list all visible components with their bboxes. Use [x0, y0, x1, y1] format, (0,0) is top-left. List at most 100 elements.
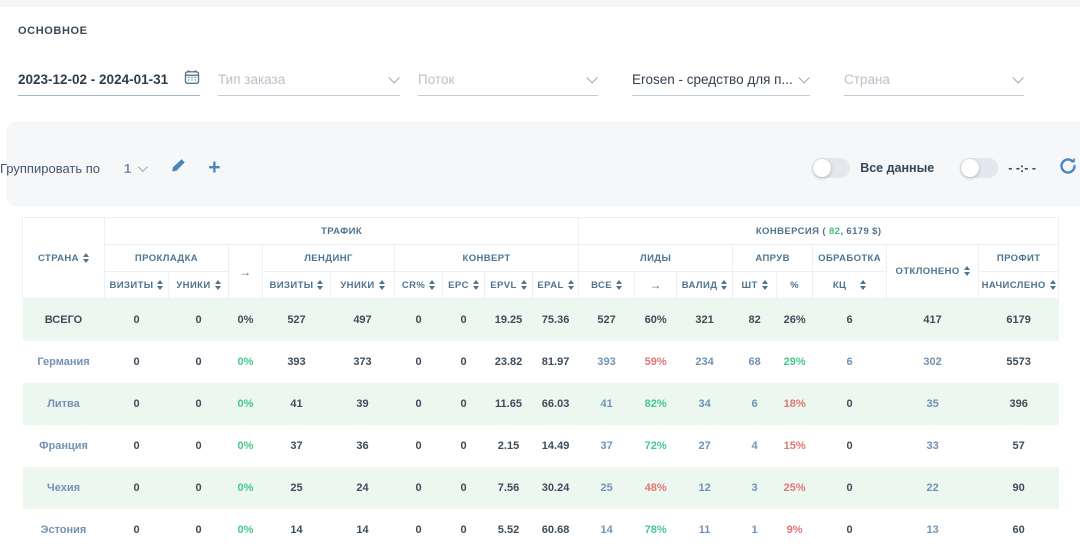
sort-icon: [83, 253, 89, 263]
col-header-uniques[interactable]: УНИКИ: [331, 272, 395, 299]
group-by-select[interactable]: 1: [124, 161, 149, 176]
chevron-down-icon: [586, 72, 597, 83]
col-header-visits[interactable]: ВИЗИТЫ: [263, 272, 331, 299]
leads-arrow-header: →: [635, 272, 677, 299]
add-group-button[interactable]: +: [208, 159, 220, 177]
group-header-processing: ОБРАБОТКА: [813, 245, 887, 272]
value-cell: 393: [263, 341, 331, 383]
group-header-traffic: ТРАФИК: [105, 218, 579, 245]
edit-group-button[interactable]: [171, 158, 186, 178]
calendar-icon[interactable]: [184, 69, 200, 90]
value-cell[interactable]: 25: [579, 467, 635, 509]
country-cell[interactable]: Франция: [23, 425, 105, 467]
country-cell[interactable]: Эстония: [23, 509, 105, 551]
country-select[interactable]: Страна: [844, 64, 1024, 96]
offer-select[interactable]: Erosen - средство для п...: [632, 64, 810, 96]
value-cell[interactable]: 13: [887, 509, 979, 551]
country-cell: ВСЕГО: [23, 299, 105, 341]
value-cell: 0: [813, 509, 887, 551]
country-cell[interactable]: Германия: [23, 341, 105, 383]
col-header-epc[interactable]: EPC: [443, 272, 485, 299]
value-cell: 0: [443, 467, 485, 509]
col-header-valid[interactable]: ВАЛИД: [677, 272, 733, 299]
flow-select[interactable]: Поток: [418, 64, 598, 96]
value-cell[interactable]: 1: [733, 509, 777, 551]
table-row: Литва000%41390011.6566.034182%34618%0353…: [23, 383, 1059, 425]
toggle-knob: [813, 159, 831, 177]
value-cell: 0: [169, 425, 229, 467]
value-cell[interactable]: 33: [887, 425, 979, 467]
time-toggle[interactable]: [960, 158, 998, 178]
value-cell: 0: [443, 425, 485, 467]
flow-placeholder: Поток: [418, 72, 454, 87]
value-cell: 60%: [635, 299, 677, 341]
value-cell: 5573: [979, 341, 1059, 383]
value-cell: 0%: [229, 299, 263, 341]
value-cell: 81.97: [533, 341, 579, 383]
value-cell: 36: [331, 425, 395, 467]
col-header-epvl[interactable]: EPVL: [485, 272, 533, 299]
value-cell[interactable]: 22: [887, 467, 979, 509]
value-cell[interactable]: 6: [813, 341, 887, 383]
all-data-toggle[interactable]: [812, 158, 850, 178]
sort-icon: [429, 280, 435, 290]
date-range-field[interactable]: 2023-12-02 - 2024-01-31: [18, 64, 200, 96]
col-header-kc[interactable]: КЦ: [813, 272, 887, 299]
value-cell[interactable]: 35: [887, 383, 979, 425]
order-type-select[interactable]: Тип заказа: [218, 64, 400, 96]
col-header-declined[interactable]: ОТКЛОНЕНО: [887, 245, 979, 299]
sort-icon: [1050, 280, 1056, 290]
value-cell[interactable]: 41: [579, 383, 635, 425]
value-cell[interactable]: 37: [579, 425, 635, 467]
value-cell: 0: [395, 467, 443, 509]
value-cell: 6: [813, 299, 887, 341]
value-cell: 373: [331, 341, 395, 383]
col-header-country[interactable]: СТРАНА: [23, 218, 105, 299]
value-cell[interactable]: 4: [733, 425, 777, 467]
value-cell[interactable]: 68: [733, 341, 777, 383]
value-cell: 9%: [777, 509, 813, 551]
country-cell[interactable]: Чехия: [23, 467, 105, 509]
value-cell[interactable]: 11: [677, 509, 733, 551]
col-header-pct: %: [777, 272, 813, 299]
group-by-value: 1: [124, 161, 131, 176]
refresh-icon: [1058, 163, 1078, 180]
value-cell[interactable]: 6: [733, 383, 777, 425]
value-cell[interactable]: 27: [677, 425, 733, 467]
value-cell[interactable]: 3: [733, 467, 777, 509]
value-cell: 0: [169, 383, 229, 425]
date-range-value: 2023-12-02 - 2024-01-31: [18, 72, 168, 87]
col-header-all[interactable]: ВСЕ: [579, 272, 635, 299]
value-cell: 0: [395, 509, 443, 551]
refresh-button[interactable]: [1058, 156, 1078, 181]
group-header-approve: АПРУВ: [733, 245, 813, 272]
value-cell[interactable]: 393: [579, 341, 635, 383]
col-header-visits[interactable]: ВИЗИТЫ: [105, 272, 169, 299]
value-cell: 60: [979, 509, 1059, 551]
value-cell: 23.82: [485, 341, 533, 383]
value-cell: 0%: [229, 341, 263, 383]
value-cell: 527: [263, 299, 331, 341]
col-header-uniques[interactable]: УНИКИ: [169, 272, 229, 299]
col-header-cr[interactable]: CR%: [395, 272, 443, 299]
value-cell: 7.56: [485, 467, 533, 509]
value-cell[interactable]: 302: [887, 341, 979, 383]
col-header-pcs[interactable]: ШТ: [733, 272, 777, 299]
chevron-down-icon: [388, 72, 399, 83]
value-cell[interactable]: 14: [579, 509, 635, 551]
group-by-label: Группировать по: [0, 161, 100, 176]
value-cell: 90: [979, 467, 1059, 509]
sort-icon: [157, 280, 163, 290]
value-cell: 0: [395, 425, 443, 467]
value-cell[interactable]: 34: [677, 383, 733, 425]
value-cell[interactable]: 234: [677, 341, 733, 383]
country-cell[interactable]: Литва: [23, 383, 105, 425]
group-header-profit: ПРОФИТ: [979, 245, 1059, 272]
col-header-accrued[interactable]: НАЧИСЛЕНО: [979, 272, 1059, 299]
value-cell: 30.24: [533, 467, 579, 509]
value-cell: 39: [331, 383, 395, 425]
col-header-epal[interactable]: EPAL: [533, 272, 579, 299]
value-cell: 59%: [635, 341, 677, 383]
table-row: Франция000%3736002.1514.493772%27415%033…: [23, 425, 1059, 467]
value-cell[interactable]: 12: [677, 467, 733, 509]
